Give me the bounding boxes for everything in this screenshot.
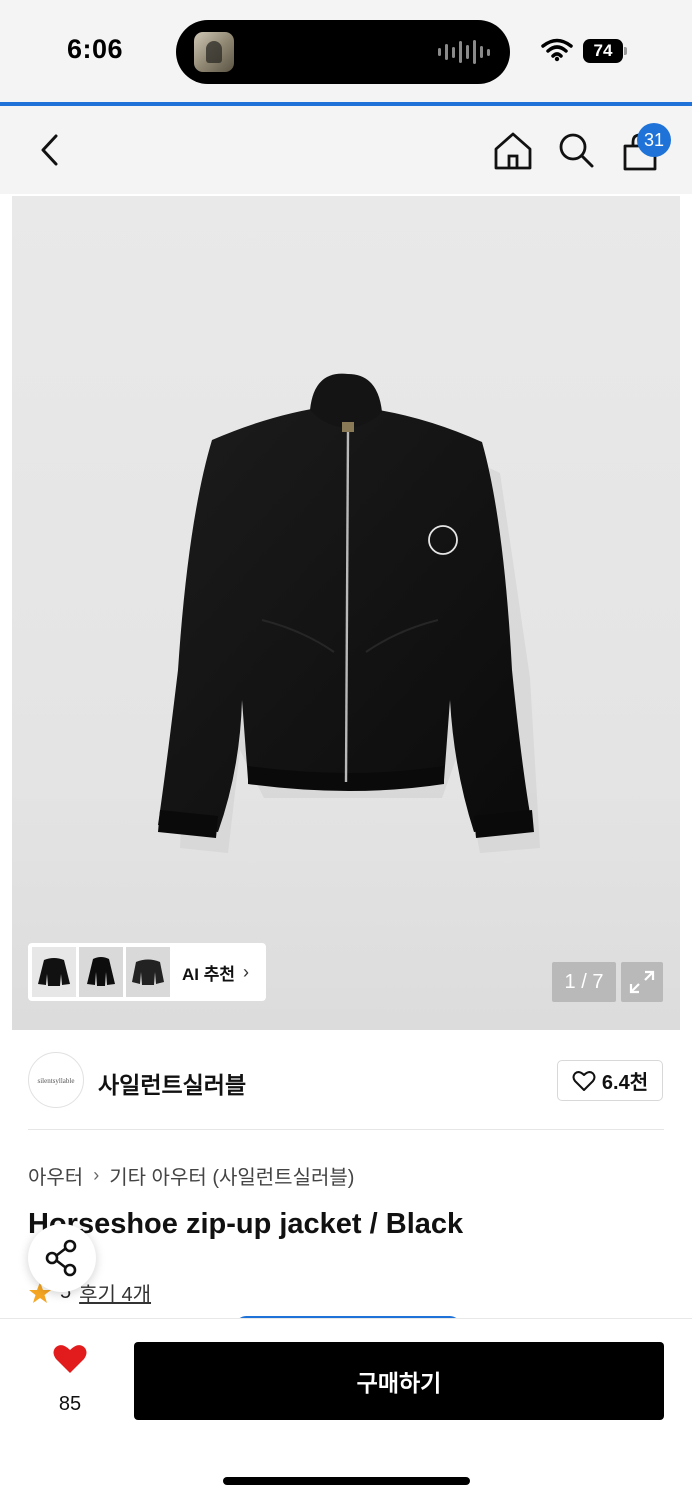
battery-level: 74: [583, 39, 623, 63]
wish-count: 85: [58, 1393, 82, 1415]
product-image-gallery[interactable]: AI 추천 › 1 / 7: [12, 196, 680, 1030]
brand-like-button[interactable]: 6.4천: [557, 1060, 663, 1101]
expand-icon[interactable]: [621, 962, 663, 1002]
review-link[interactable]: 후기 4개: [79, 1278, 151, 1307]
ai-recommendation-thumb[interactable]: [32, 947, 76, 997]
chevron-right-icon: ›: [93, 1165, 100, 1185]
brand-like-count: 6.4천: [601, 1072, 649, 1094]
dynamic-island[interactable]: [176, 20, 510, 84]
back-icon[interactable]: [34, 130, 66, 170]
waveform-icon: [438, 40, 490, 64]
breadcrumb-item[interactable]: 아우터: [28, 1161, 83, 1190]
image-counter: 1 / 7: [552, 962, 616, 1002]
breadcrumb: 아우터 › 기타 아우터 (사일런트실러블): [28, 1161, 354, 1190]
breadcrumb-item[interactable]: 기타 아우터 (사일런트실러블): [109, 1161, 354, 1190]
wifi-icon: [541, 38, 573, 62]
now-playing-artwork: [194, 32, 234, 72]
divider: [28, 1129, 664, 1130]
battery-icon: 74: [583, 39, 627, 63]
top-nav: [0, 106, 692, 194]
status-time: 6:06: [67, 34, 124, 64]
cart-count-badge: 31: [637, 123, 671, 157]
home-icon[interactable]: [492, 130, 534, 172]
heart-outline-icon: [572, 1070, 596, 1091]
ai-recommendation-thumb[interactable]: [126, 947, 170, 997]
bottom-action-bar: 85 구매하기: [0, 1318, 692, 1500]
buy-button[interactable]: 구매하기: [134, 1342, 664, 1420]
wish-button[interactable]: 85: [40, 1343, 100, 1417]
brand-name[interactable]: 사일런트실러블: [98, 1066, 246, 1100]
search-icon[interactable]: [556, 130, 596, 170]
brand-logo[interactable]: silentsyllable: [28, 1052, 84, 1108]
ai-recommendation-label[interactable]: AI 추천: [182, 960, 235, 985]
share-icon[interactable]: [28, 1224, 96, 1292]
chevron-right-icon: ›: [243, 961, 250, 982]
product-image: [158, 373, 540, 853]
ai-recommendation-thumb[interactable]: [79, 947, 123, 997]
product-title: Horseshoe zip-up jacket / Black: [28, 1208, 464, 1240]
status-bar: 6:06 74: [0, 0, 692, 104]
ai-recommendation-strip[interactable]: AI 추천 ›: [28, 943, 266, 1001]
home-indicator: [223, 1477, 470, 1485]
heart-filled-icon: [53, 1345, 87, 1373]
